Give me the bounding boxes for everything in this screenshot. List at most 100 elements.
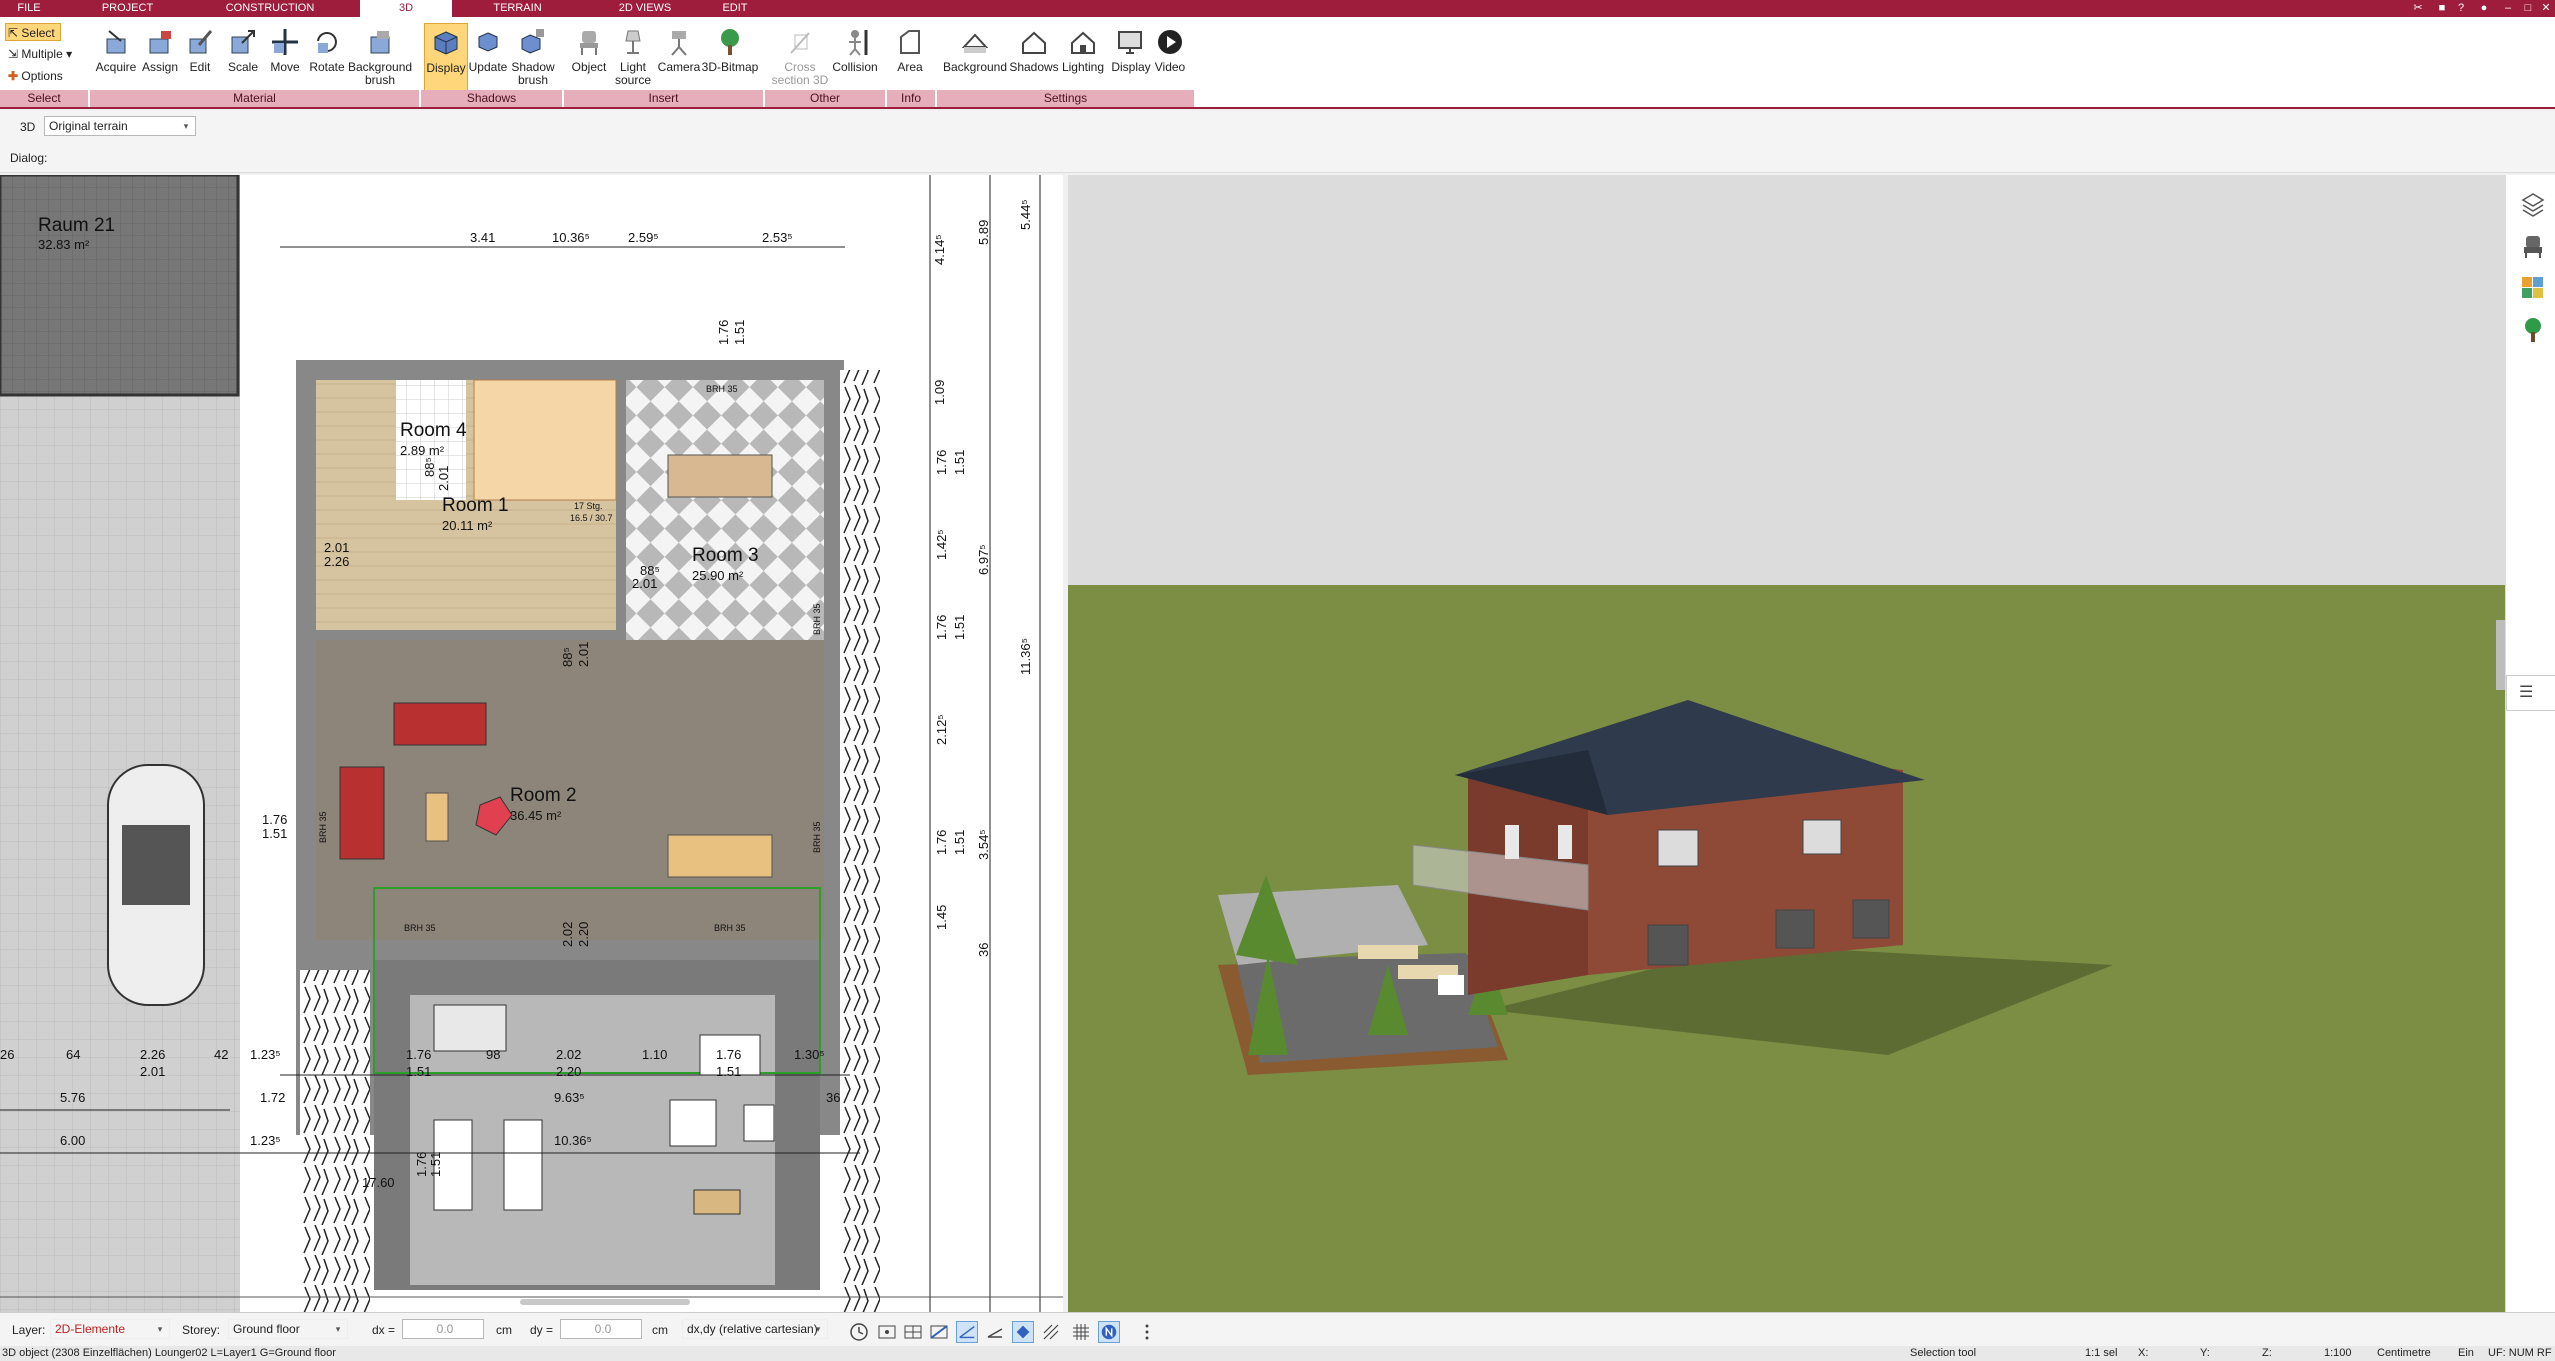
group-shadows: Shadows <box>421 90 562 107</box>
active-tool: Selection tool <box>1910 1347 1977 1359</box>
floor-plan-2d[interactable]: Raum 21 32.83 m² Room 4 2.89 m² Room 1 2… <box>0 175 1063 1312</box>
display-settings-label: Display <box>1111 60 1151 74</box>
area-label: Area <box>897 60 923 74</box>
view-3d-scrollbar[interactable] <box>2496 620 2505 690</box>
clock-icon[interactable] <box>848 1321 870 1343</box>
minimize-icon[interactable]: – <box>2502 2 2514 14</box>
update-icon <box>478 32 498 52</box>
dimension-label: 1.76 <box>716 1047 742 1062</box>
dimension-label: 1.23⁵ <box>250 1047 281 1062</box>
group-insert: Insert <box>564 90 763 107</box>
plants-icon[interactable] <box>2520 317 2546 343</box>
rotate-label: Rotate <box>309 60 345 74</box>
menu-tab-3d[interactable]: 3D <box>360 0 452 17</box>
room-label: Room 1 <box>442 495 509 516</box>
furniture-icon[interactable] <box>2520 233 2546 259</box>
camera-label: Camera <box>657 60 701 74</box>
3d-bitmap-label: 3D-Bitmap <box>701 60 759 74</box>
settings-icon[interactable]: ● <box>2478 2 2490 14</box>
select-button[interactable]: ⇱ Select <box>5 23 61 41</box>
move-icon <box>272 29 298 55</box>
group-select: Select <box>0 90 88 107</box>
object-snap-icon[interactable] <box>1012 1321 1034 1343</box>
plan-horizontal-scrollbar[interactable] <box>520 1299 690 1305</box>
shadow-update-label: Update <box>468 60 508 74</box>
tools-icon[interactable]: ✂ <box>2412 2 2424 14</box>
snap-line-icon[interactable] <box>928 1321 950 1343</box>
storey-select[interactable]: Ground floor ▾ <box>228 1319 348 1339</box>
menu-tab-project[interactable]: PROJECT <box>90 0 165 17</box>
close-icon[interactable]: ✕ <box>2540 2 2552 14</box>
dx-value: 0.0 <box>436 1322 454 1336</box>
scene-3d <box>1068 175 2505 1312</box>
shadow-brush-icon <box>521 29 544 54</box>
chevron-down-icon: ▾ <box>157 1324 163 1334</box>
grid-icon[interactable] <box>1070 1321 1092 1343</box>
coord-mode-select[interactable]: dx,dy (relative cartesian) ▾ <box>682 1319 828 1339</box>
layers-icon[interactable] <box>2520 191 2546 217</box>
background-brush-label: Background brush <box>348 60 413 87</box>
more-icon[interactable] <box>1136 1321 1158 1343</box>
dimension-label: 2.20 <box>556 1064 582 1079</box>
area-icon <box>900 30 920 54</box>
menu-tab-edit[interactable]: EDIT <box>705 0 765 17</box>
info-bar: 3D object (2308 Einzelflächen) Lounger02… <box>0 1346 2555 1361</box>
menu-tab-construction[interactable]: CONSTRUCTION <box>215 0 325 17</box>
menu-tab-terrain[interactable]: TERRAIN <box>480 0 555 17</box>
dimension-label: 2.26 <box>140 1047 166 1062</box>
dimension-label: 1.76 <box>406 1047 432 1062</box>
dimension-label: 9.63⁵ <box>554 1090 585 1105</box>
camera-icon <box>671 31 687 56</box>
hatch-icon[interactable] <box>1040 1321 1062 1343</box>
window-label: BRH 35 <box>318 811 328 843</box>
door-label: 88⁵ <box>422 457 437 477</box>
room-label: Room 4 <box>400 420 467 441</box>
z-coordinate: Z: <box>2262 1347 2272 1359</box>
maximize-icon[interactable]: □ <box>2522 2 2534 14</box>
dialog-field[interactable] <box>55 147 2545 169</box>
dy-label: dy = <box>530 1323 554 1337</box>
dimension-label: 4.14⁵ <box>932 234 947 265</box>
north-icon[interactable] <box>1098 1321 1120 1343</box>
dimension-label: 1.72 <box>260 1090 286 1105</box>
ortho-icon[interactable] <box>984 1321 1006 1343</box>
dimension-label: 1.51 <box>952 449 967 475</box>
dimension-label: 1.76 <box>716 319 731 345</box>
group-settings: Settings <box>937 90 1194 107</box>
dimension-label: 1.51 <box>952 829 967 855</box>
acquire-icon <box>106 30 126 54</box>
door-label: 2.01 <box>324 540 350 555</box>
menu-tab-2d-views[interactable]: 2D VIEWS <box>605 0 685 17</box>
help-icon[interactable]: ? <box>2455 2 2467 14</box>
dimension-label: 2.53⁵ <box>762 230 793 245</box>
multiple-button[interactable]: ⇲ Multiple ▾ <box>8 45 88 63</box>
dy-input[interactable]: 0.0 <box>560 1319 642 1339</box>
snap-icon[interactable] <box>876 1321 898 1343</box>
door-label: 2.01 <box>436 465 451 491</box>
dimension-label: 1.76 <box>934 614 949 640</box>
group-material: Material <box>90 90 419 107</box>
layer-select[interactable]: 2D-Elemente ▾ <box>50 1319 170 1339</box>
dimension-label: 5.76 <box>60 1090 86 1105</box>
materials-icon[interactable] <box>2520 275 2546 301</box>
dimension-label: 5.44⁵ <box>1018 199 1033 230</box>
group-other: Other <box>765 90 885 107</box>
terrain-value: Original terrain <box>49 119 128 133</box>
panel-toggle-button[interactable]: ☰ <box>2506 675 2555 711</box>
dimension-label: 1.51 <box>952 614 967 640</box>
view-3d[interactable] <box>1068 175 2505 1312</box>
angle-snap-icon[interactable] <box>956 1321 978 1343</box>
dx-input[interactable]: 0.0 <box>402 1319 484 1339</box>
background-icon <box>961 33 989 53</box>
dimension-label: 2.01 <box>140 1064 166 1079</box>
room-label: Raum 21 <box>38 215 116 236</box>
options-button[interactable]: ✚ Options <box>8 67 88 85</box>
multiple-icon: ⇲ <box>8 47 19 61</box>
dimension-label: 10.36⁵ <box>552 230 590 245</box>
door-label: 2.01 <box>632 576 658 591</box>
snap-grid-icon[interactable] <box>902 1321 924 1343</box>
terrain-select[interactable]: Original terrain ▾ <box>44 116 196 136</box>
lock-icon[interactable]: ■ <box>2436 2 2448 14</box>
menu-tab-file[interactable]: FILE <box>0 0 58 17</box>
layer-label: Layer: <box>12 1323 46 1337</box>
